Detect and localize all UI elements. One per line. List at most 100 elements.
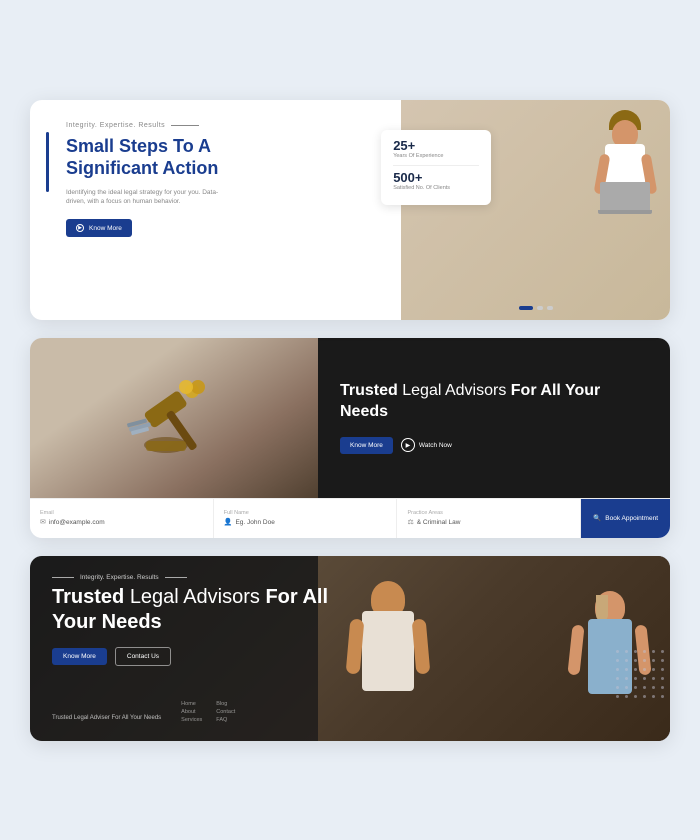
footer-link-contact[interactable]: Contact: [216, 709, 235, 715]
card2-heading-needs: Needs: [340, 403, 388, 420]
footer-link-group-2: Blog Contact FAQ: [216, 701, 235, 723]
card1-heading: Small Steps To A Significant Action: [54, 135, 381, 180]
card1-description: Identifying the ideal legal strategy for…: [66, 188, 226, 208]
card3-footer-title: Trusted Legal Adviser For All Your Needs: [52, 714, 161, 722]
gavel-svg: [124, 373, 224, 463]
card2-heading-for: For All Your: [511, 382, 600, 399]
email-value: ✉ info@example.com: [40, 518, 203, 526]
footer-link-blog[interactable]: Blog: [216, 701, 235, 707]
dot-grid-item: [643, 668, 646, 671]
footer-link-services[interactable]: Services: [181, 717, 202, 723]
play-icon: ▶: [401, 438, 415, 452]
fullname-label: Full Name: [224, 510, 387, 516]
card2-heading: Trusted Legal Advisors For All Your Need…: [340, 381, 648, 423]
dot-grid-item: [652, 686, 655, 689]
card2-know-more-button[interactable]: Know More: [340, 437, 393, 454]
card3-footer: Trusted Legal Adviser For All Your Needs…: [52, 701, 648, 723]
stat-clients-label: Satisfied No. Of Clients: [393, 185, 479, 191]
card2-button-group: Know More ▶ Watch Now: [340, 437, 648, 454]
card2-watch-button[interactable]: ▶ Watch Now: [401, 438, 452, 452]
dot-grid-item: [625, 668, 628, 671]
card3-content: Integrity. Expertise. Results Trusted Le…: [30, 556, 670, 741]
practice-field: Practice Areas ⚖ & Criminal Law: [397, 499, 581, 538]
stat-clients-number: 500+: [393, 170, 479, 185]
dot-grid-item: [643, 686, 646, 689]
dot-grid-item: [661, 695, 664, 698]
card3-heading-for: For All: [265, 586, 328, 608]
card3-heading-needs: Your Needs: [52, 611, 162, 633]
email-icon: ✉: [40, 518, 46, 526]
watch-label: Watch Now: [419, 442, 452, 449]
dot-grid-item: [634, 686, 637, 689]
card3-top: Integrity. Expertise. Results Trusted Le…: [52, 574, 648, 678]
dot-grid-decoration: // Will be rendered inline: [616, 650, 670, 701]
email-text: info@example.com: [49, 519, 105, 526]
dot-3[interactable]: [547, 306, 553, 310]
card3-footer-links: Home About Services Blog Contact FAQ: [181, 701, 235, 723]
card3-know-more-button[interactable]: Know More: [52, 648, 107, 665]
dot-grid-item: [652, 650, 655, 653]
dot-grid-item: [634, 659, 637, 662]
book-appointment-button[interactable]: 🔍 Book Appointment: [581, 499, 670, 538]
dot-grid-item: [625, 650, 628, 653]
stat-clients: 500+ Satisfied No. Of Clients: [393, 170, 479, 191]
card1-cta-label: Know More: [89, 225, 122, 232]
fullname-value: 👤 Eg. John Doe: [224, 518, 387, 526]
dot-grid-item: [652, 677, 655, 680]
card1-right-section: 25+ Years Of Experience 500+ Satisfied N…: [401, 100, 670, 320]
know-more-icon: ▶: [76, 224, 84, 232]
book-icon: 🔍: [593, 514, 601, 522]
dot-grid-item: [616, 659, 619, 662]
footer-link-about[interactable]: About: [181, 709, 202, 715]
dot-grid-item: [616, 677, 619, 680]
carousel-dots: [519, 306, 553, 310]
dot-grid-item: [652, 668, 655, 671]
card1-cta-button[interactable]: ▶ Know More: [66, 219, 132, 237]
card1-left-section: Integrity. Expertise. Results Small Step…: [30, 100, 401, 320]
person-icon: 👤: [224, 518, 233, 526]
stats-overlay: 25+ Years Of Experience 500+ Satisfied N…: [381, 130, 491, 205]
stat-years-number: 25+: [393, 138, 479, 153]
fullname-text: Eg. John Doe: [235, 519, 274, 526]
email-field: Email ✉ info@example.com: [30, 499, 214, 538]
card3-contact-button[interactable]: Contact Us: [115, 647, 171, 666]
card-1: Integrity. Expertise. Results Small Step…: [30, 100, 670, 320]
footer-link-faq[interactable]: FAQ: [216, 717, 235, 723]
card2-heading-rest: Legal Advisors: [402, 382, 511, 399]
accent-bar: [46, 132, 49, 192]
dot-grid-item: [625, 695, 628, 698]
dot-grid-item: [616, 686, 619, 689]
dot-grid-item: [652, 695, 655, 698]
footer-link-group-1: Home About Services: [181, 701, 202, 723]
card2-main-section: Trusted Legal Advisors For All Your Need…: [30, 338, 670, 498]
practice-label: Practice Areas: [407, 510, 570, 516]
dot-grid-item: [616, 668, 619, 671]
stat-years-label: Years Of Experience: [393, 153, 479, 159]
footer-link-home[interactable]: Home: [181, 701, 202, 707]
card3-heading: Trusted Legal Advisors For All Your Need…: [52, 585, 412, 635]
dot-grid-item: [643, 650, 646, 653]
dot-grid-item: [625, 686, 628, 689]
card2-gavel-image: [30, 338, 318, 498]
card2-heading-trusted: Trusted: [340, 382, 398, 399]
card1-title-line1: Small Steps To A: [66, 136, 211, 156]
dot-2[interactable]: [537, 306, 543, 310]
dot-1[interactable]: [519, 306, 533, 310]
stat-divider: [393, 165, 479, 166]
dot-grid-item: [634, 695, 637, 698]
dot-grid-item: [625, 659, 628, 662]
dot-grid-item: [634, 668, 637, 671]
dot-grid-item: [661, 650, 664, 653]
dot-grid-item: [634, 677, 637, 680]
law-icon: ⚖: [407, 518, 413, 526]
dot-grid-item: [661, 668, 664, 671]
dot-grid-item: [643, 695, 646, 698]
card2-appointment-bar: Email ✉ info@example.com Full Name 👤 Eg.…: [30, 498, 670, 538]
book-label: Book Appointment: [605, 515, 658, 522]
dot-grid-item: [634, 650, 637, 653]
dot-grid-item: [643, 659, 646, 662]
card3-tag: Integrity. Expertise. Results: [52, 574, 648, 581]
dot-grid-item: [661, 686, 664, 689]
practice-text: & Criminal Law: [417, 519, 461, 526]
card2-dark-section: Trusted Legal Advisors For All Your Need…: [318, 338, 670, 498]
